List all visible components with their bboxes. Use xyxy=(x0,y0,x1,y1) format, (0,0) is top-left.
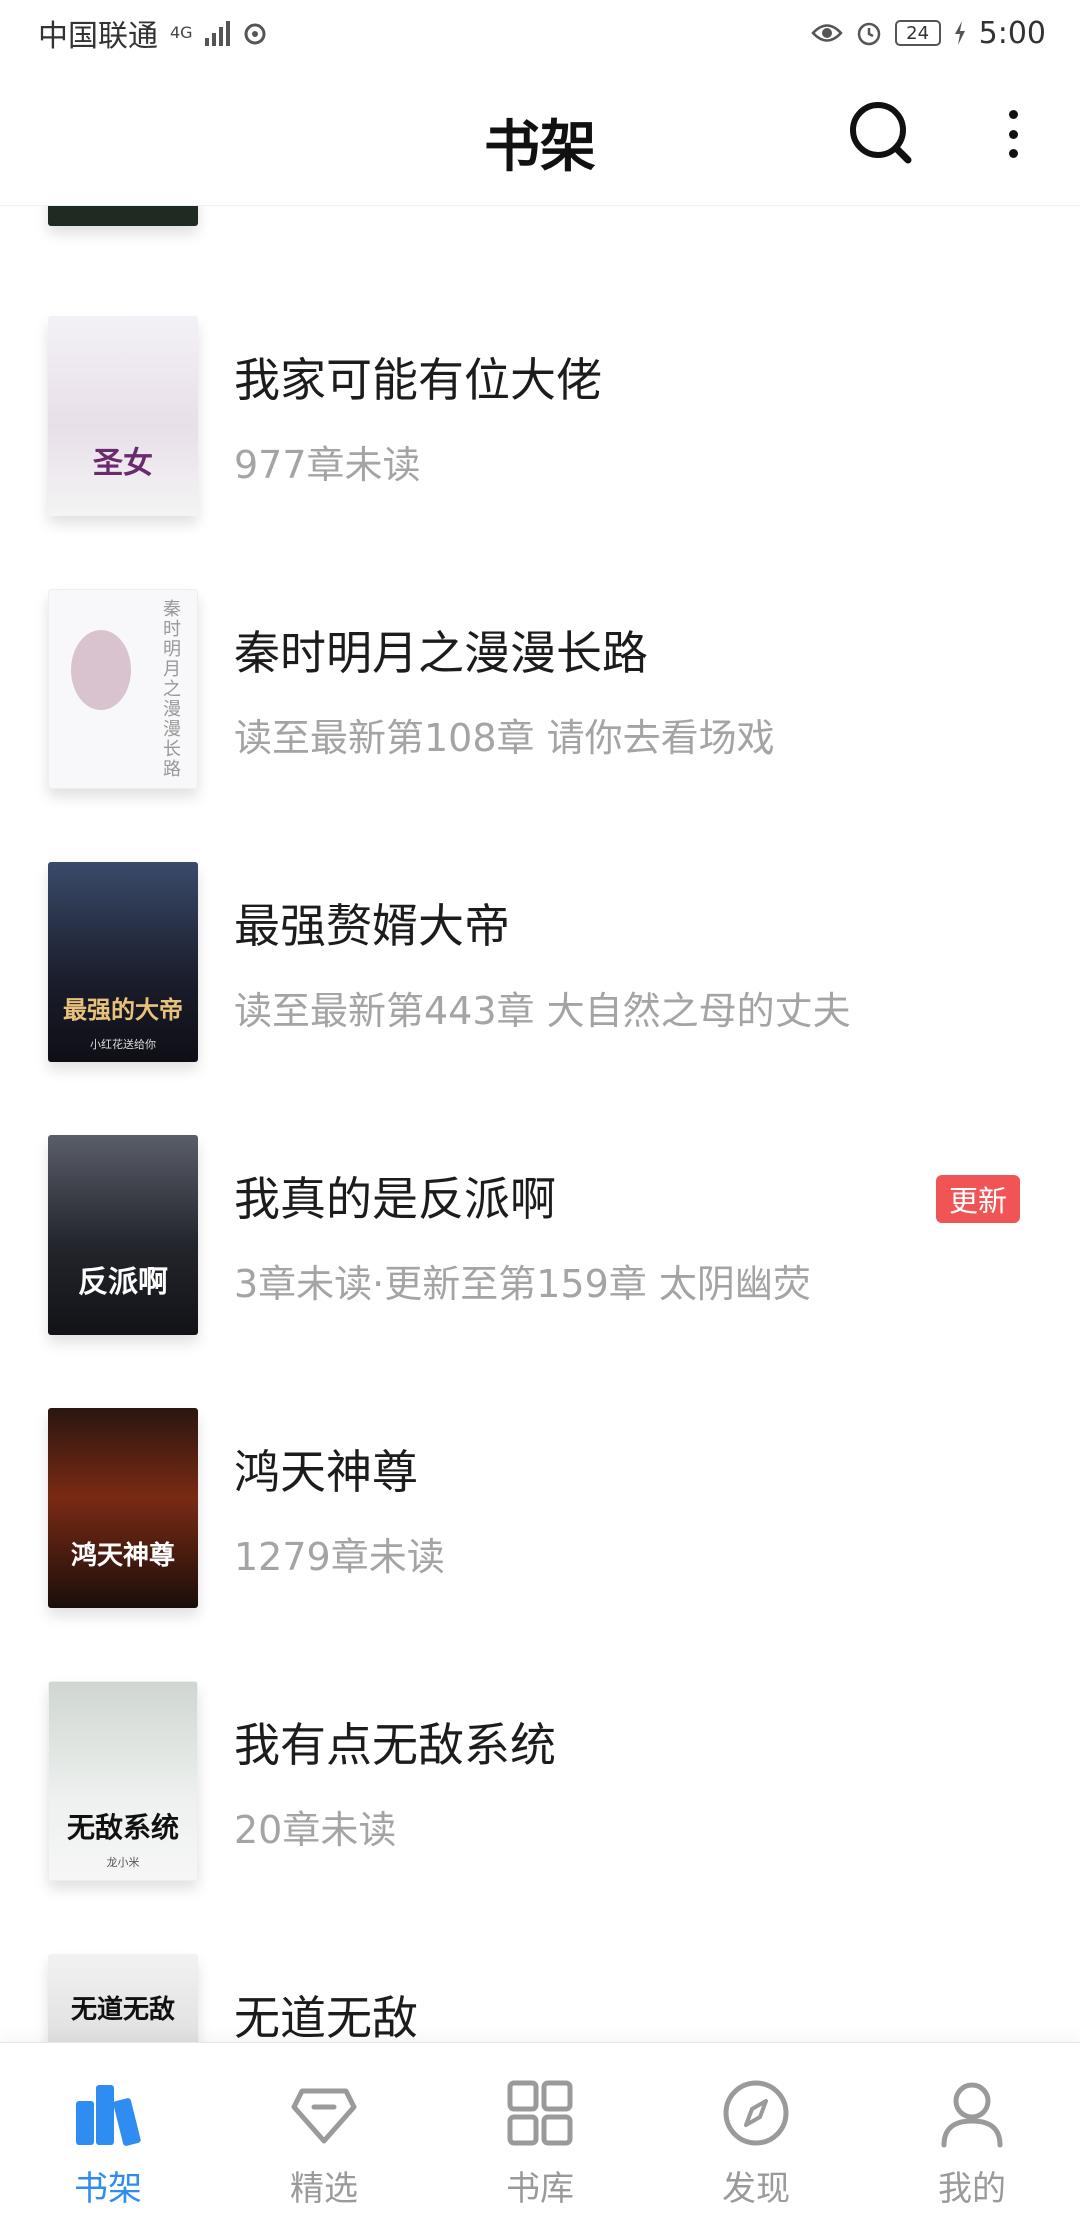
book-item[interactable]: 最强的大帝 小红花送给你 最强赘婿大帝 读至最新第443章 大自然之母的丈夫 xyxy=(0,862,1080,1135)
carrier-label: 中国联通 xyxy=(38,19,158,54)
book-progress: 977章未读 xyxy=(234,443,421,487)
battery-icon: 24 xyxy=(894,20,941,46)
user-icon xyxy=(936,2077,1008,2149)
book-item[interactable]: 无道无敌 无道无敌 xyxy=(0,1954,1080,2042)
book-progress: 3章未读·更新至第159章 太阴幽荧 xyxy=(234,1262,811,1306)
book-item[interactable]: 鸿天神尊 鸿天神尊 1279章未读 xyxy=(0,1408,1080,1681)
weibo-icon xyxy=(242,20,268,46)
alarm-icon xyxy=(855,19,883,47)
book-title: 秦时明月之漫漫长路 xyxy=(234,626,648,680)
nav-profile[interactable]: 我的 xyxy=(864,2043,1080,2220)
nav-label: 书架 xyxy=(74,2169,142,2209)
nav-label: 精选 xyxy=(290,2169,358,2209)
cover-title: 鸿天神尊 xyxy=(70,1541,175,1571)
nav-bookshelf[interactable]: 书架 xyxy=(0,2043,216,2220)
book-title: 最强赘婿大帝 xyxy=(234,899,510,953)
nav-library[interactable]: 书库 xyxy=(432,2043,648,2220)
grid-icon xyxy=(504,2077,576,2149)
book-cover: 无道无敌 xyxy=(48,1954,198,2042)
bottom-nav: 书架 精选 书库 发现 我的 xyxy=(0,2042,1080,2220)
charging-icon xyxy=(953,20,967,46)
book-progress: 读至最新第443章 大自然之母的丈夫 xyxy=(234,989,851,1033)
diamond-icon xyxy=(288,2077,360,2149)
book-progress: 1279章未读 xyxy=(234,1535,445,1579)
book-cover: 秦时明月之漫漫长路 xyxy=(48,589,198,789)
book-item[interactable]: 秦时明月之漫漫长路 秦时明月之漫漫长路 读至最新第108章 请你去看场戏 xyxy=(0,589,1080,862)
status-bar: 中国联通 4G 24 5:00 xyxy=(0,0,1080,66)
eye-icon xyxy=(810,22,843,44)
bookshelf-icon xyxy=(72,2077,144,2149)
more-dot xyxy=(1008,149,1018,158)
book-title: 鸿天神尊 xyxy=(234,1445,418,1499)
nav-discover[interactable]: 发现 xyxy=(648,2043,864,2220)
cover-author: 小红花送给你 xyxy=(90,1038,156,1051)
network-type: 4G xyxy=(170,23,193,42)
more-dot xyxy=(1008,129,1018,139)
book-cover: 最强的大帝 小红花送给你 xyxy=(48,862,198,1062)
nav-label: 我的 xyxy=(938,2169,1006,2209)
cover-title: 无敌系统 xyxy=(66,1811,179,1844)
cover-title: 反派啊 xyxy=(78,1265,168,1300)
book-title: 无道无敌 xyxy=(234,1991,418,2042)
search-icon xyxy=(850,102,912,164)
book-progress: 读至最新第108章 请你去看场戏 xyxy=(234,716,775,760)
book-cover: 鸿天神尊 xyxy=(48,1408,198,1608)
clock-time: 5:00 xyxy=(978,15,1046,51)
app-header: 书架 xyxy=(0,66,1080,206)
book-title: 我真的是反派啊 xyxy=(234,1172,556,1226)
book-cover: 反派啊 xyxy=(48,1135,198,1335)
book-item[interactable]: 圣女 我家可能有位大佬 977章未读 xyxy=(0,316,1080,589)
cover-author: 龙小米 xyxy=(106,1856,140,1869)
bookshelf-list[interactable]: 圣女 我家可能有位大佬 977章未读 秦时明月之漫漫长路 秦时明月之漫漫长路 读… xyxy=(0,206,1080,2042)
update-badge: 更新 xyxy=(936,1175,1020,1223)
book-cover xyxy=(48,206,198,226)
book-item[interactable]: 无敌系统 龙小米 我有点无敌系统 20章未读 xyxy=(0,1681,1080,1954)
signal-icon xyxy=(204,20,230,46)
book-progress: 20章未读 xyxy=(234,1808,397,1852)
book-title: 我有点无敌系统 xyxy=(234,1718,556,1772)
book-item[interactable]: 反派啊 我真的是反派啊 3章未读·更新至第159章 太阴幽荧 更新 xyxy=(0,1135,1080,1408)
nav-label: 发现 xyxy=(722,2169,790,2209)
status-left: 中国联通 4G xyxy=(38,11,268,55)
page-title: 书架 xyxy=(484,114,596,180)
battery-level: 24 xyxy=(906,22,930,44)
cover-title: 最强的大帝 xyxy=(63,995,183,1024)
more-dot xyxy=(1008,110,1018,119)
compass-icon xyxy=(720,2077,792,2149)
book-cover: 圣女 xyxy=(48,316,198,516)
more-button[interactable] xyxy=(990,104,1036,164)
nav-label: 书库 xyxy=(506,2169,574,2209)
cover-title: 秦时明月之漫漫长路 xyxy=(163,599,181,780)
book-title: 我家可能有位大佬 xyxy=(234,353,602,407)
nav-featured[interactable]: 精选 xyxy=(216,2043,432,2220)
book-cover: 无敌系统 龙小米 xyxy=(48,1681,198,1881)
book-item-partial[interactable] xyxy=(0,206,1080,299)
search-button[interactable] xyxy=(846,98,916,168)
cover-title: 圣女 xyxy=(93,446,153,481)
status-right: 24 5:00 xyxy=(810,15,1046,51)
cover-title: 无道无敌 xyxy=(70,1995,175,2025)
